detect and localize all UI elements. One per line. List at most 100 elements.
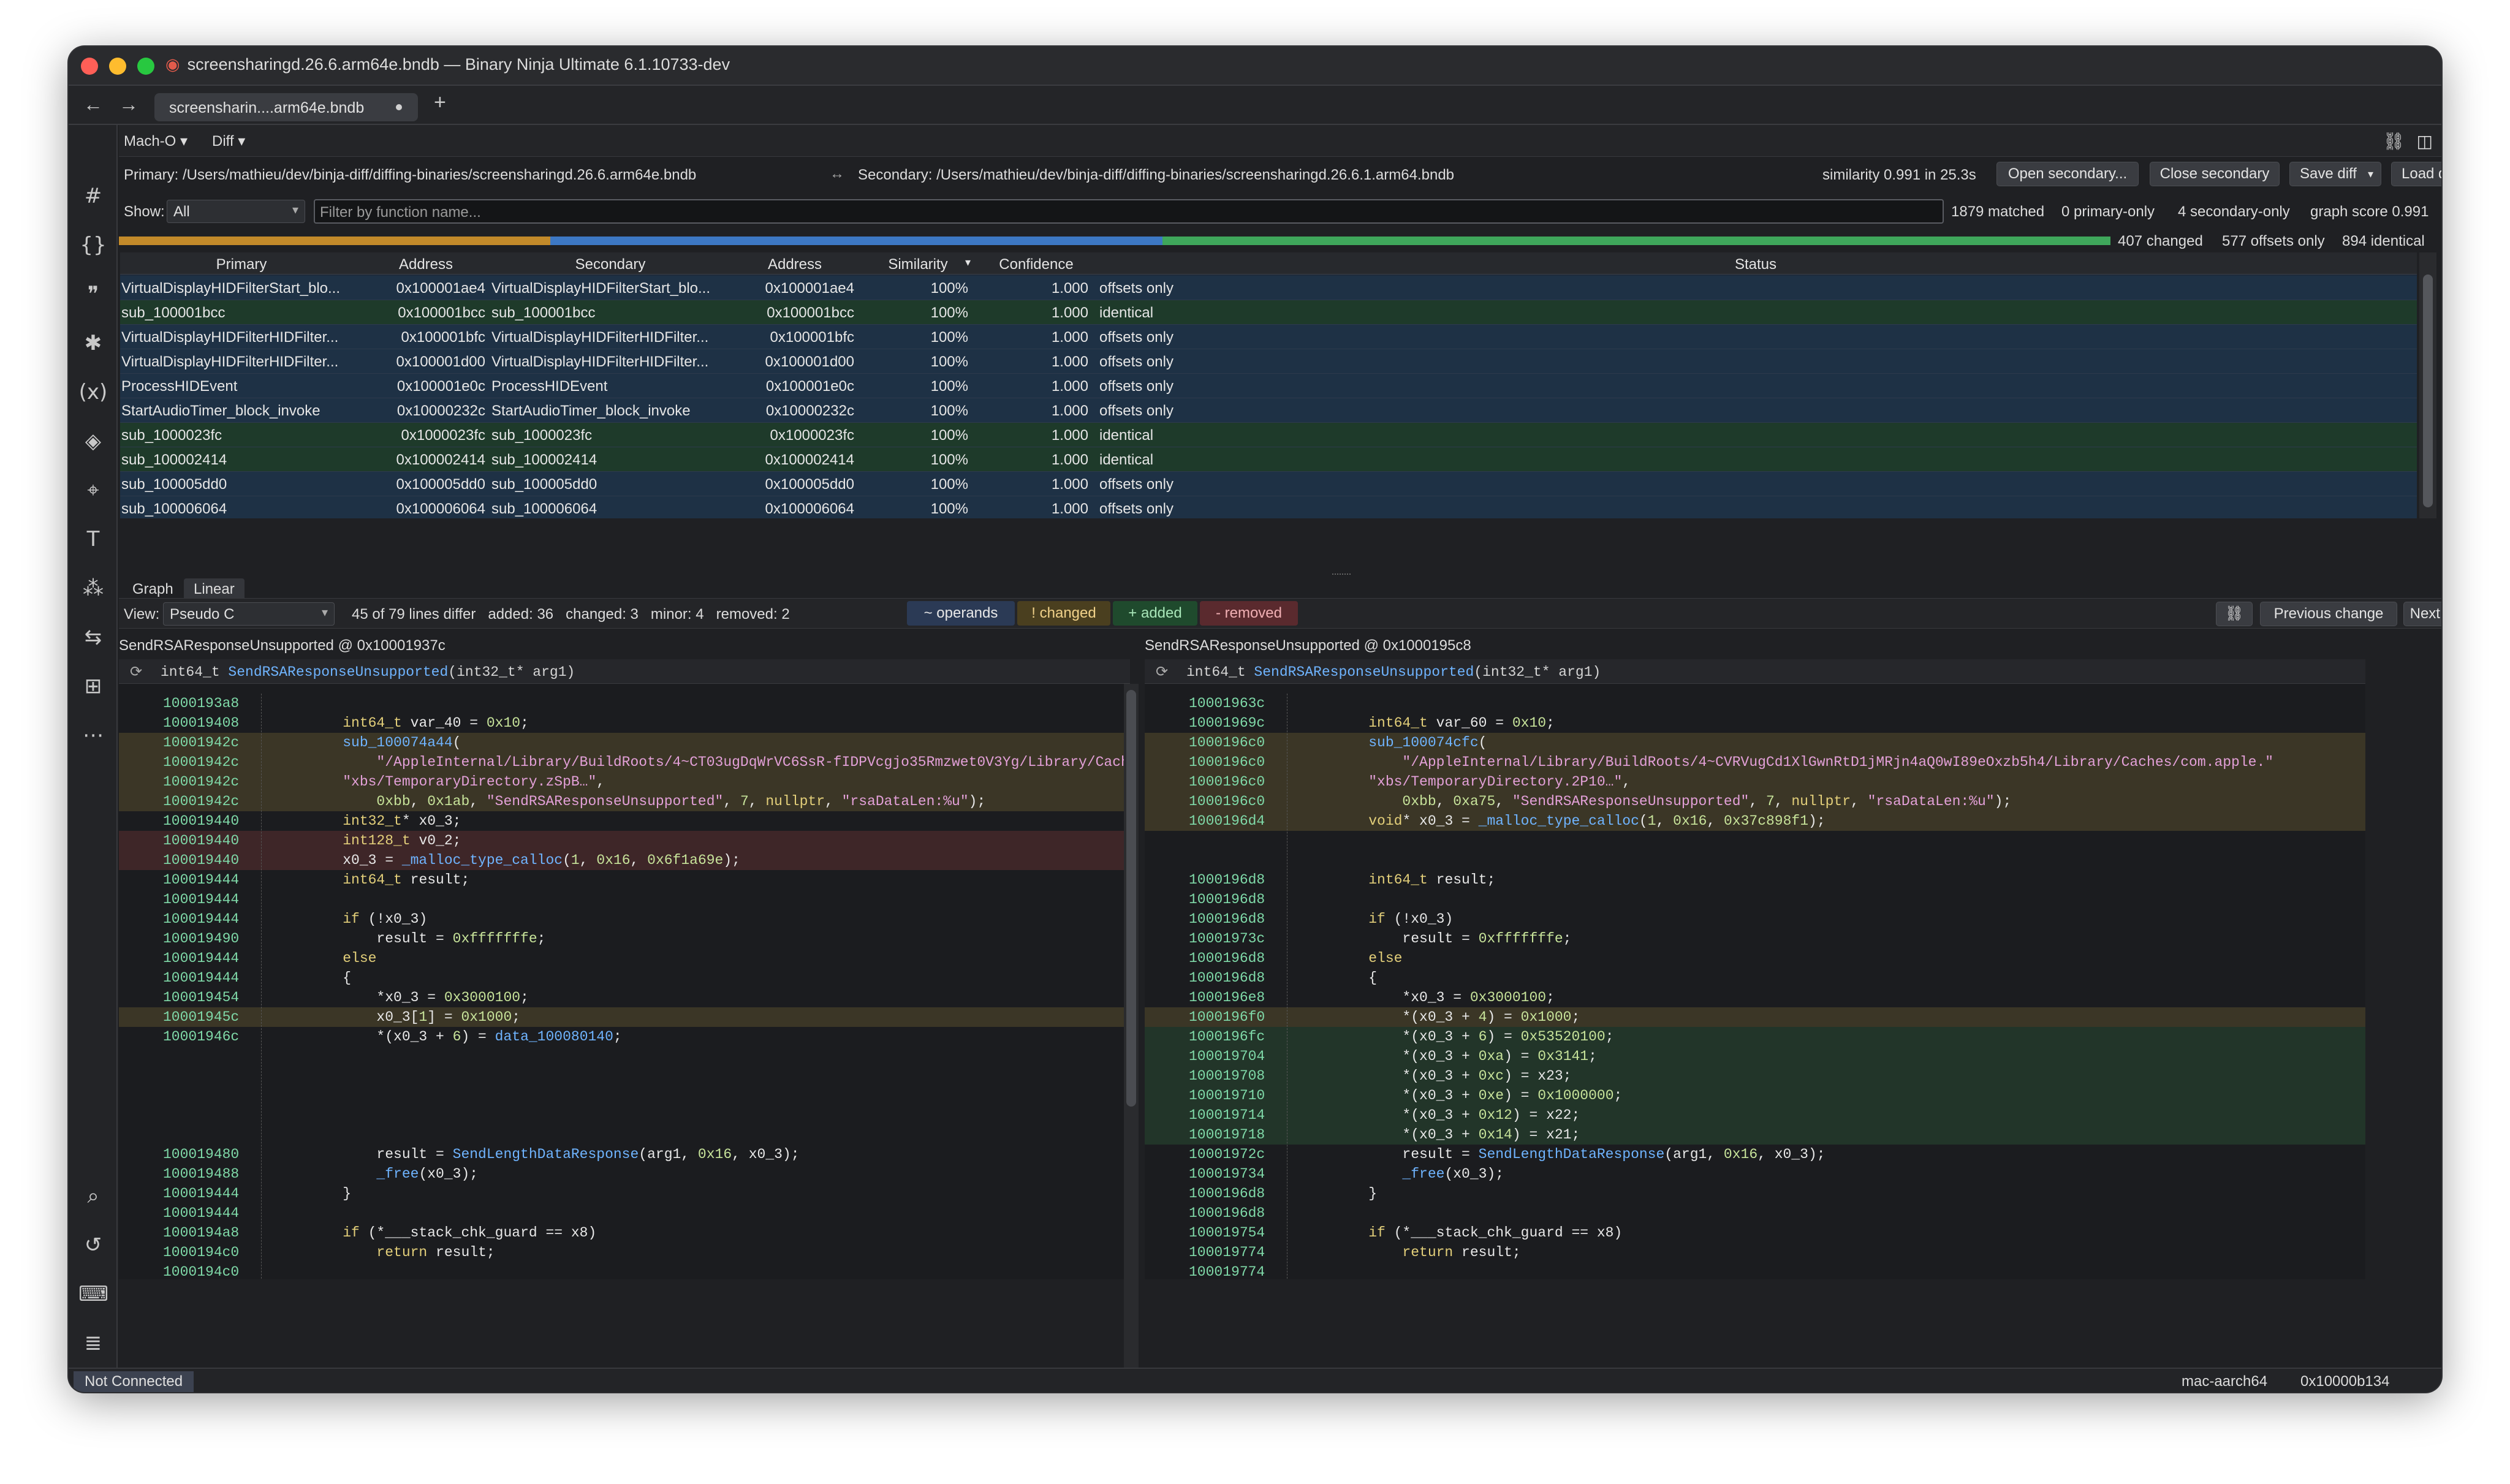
code-line[interactable]: 10001963c bbox=[1145, 694, 2365, 713]
show-select[interactable]: All ▾ bbox=[167, 200, 305, 223]
col-primary-address[interactable]: Address bbox=[363, 256, 489, 273]
code-line[interactable]: 1000194c0 bbox=[119, 1262, 1130, 1279]
code-line[interactable]: 100019444 int64_t result; bbox=[119, 870, 1130, 890]
close-window-button[interactable] bbox=[81, 58, 98, 75]
zoom-window-button[interactable] bbox=[137, 58, 154, 75]
code-line[interactable]: 1000194a8 if (*___stack_chk_guard == x8) bbox=[119, 1223, 1130, 1243]
location-pin-icon[interactable]: ⌖ bbox=[78, 475, 108, 505]
link-icon[interactable]: ⛓ bbox=[2383, 131, 2405, 151]
table-row[interactable]: VirtualDisplayHIDFilterHIDFilter... 0x100… bbox=[120, 349, 2417, 374]
code-line[interactable]: 100019734 _free(x0_3); bbox=[1145, 1164, 2365, 1184]
code-line[interactable]: 100019444 } bbox=[119, 1184, 1130, 1203]
code-line[interactable]: 1000196e8 *x0_3 = 0x3000100; bbox=[1145, 988, 2365, 1007]
code-line[interactable]: 100019488 _free(x0_3); bbox=[119, 1164, 1130, 1184]
filter-added-chip[interactable]: + added bbox=[1113, 601, 1197, 626]
table-row[interactable]: VirtualDisplayHIDFilterHIDFilter... 0x100… bbox=[120, 325, 2417, 349]
code-line[interactable]: 100019454 *x0_3 = 0x3000100; bbox=[119, 988, 1130, 1007]
code-line[interactable]: 1000196d8 else bbox=[1145, 948, 2365, 968]
log-icon[interactable]: ≣ bbox=[78, 1328, 108, 1358]
code-line[interactable] bbox=[1145, 850, 2365, 870]
code-line[interactable]: 1000196d8 } bbox=[1145, 1184, 2365, 1203]
link-icon[interactable]: ⛓ bbox=[2216, 602, 2253, 626]
code-line[interactable]: 1000196c0 0xbb, 0xa75, "SendRSAResponseU… bbox=[1145, 792, 2365, 811]
connection-status[interactable]: Not Connected bbox=[74, 1371, 194, 1392]
code-line[interactable] bbox=[119, 1047, 1130, 1066]
refresh-icon[interactable]: ⟳ bbox=[1156, 663, 1168, 681]
code-line[interactable] bbox=[119, 1125, 1130, 1145]
diff-icon[interactable]: ⇆ bbox=[78, 623, 108, 652]
hash-icon[interactable]: # bbox=[78, 181, 108, 211]
forward-arrow-icon[interactable]: → bbox=[119, 93, 138, 115]
table-scroll-thumb[interactable] bbox=[2423, 274, 2433, 507]
code-line[interactable]: 100019444 bbox=[119, 1203, 1130, 1223]
search-icon[interactable]: ⌕ bbox=[78, 1181, 108, 1211]
code-line[interactable]: 100019444 if (!x0_3) bbox=[119, 909, 1130, 929]
table-row[interactable]: sub_1000023fc 0x1000023fc sub_1000023fc 0x1… bbox=[120, 423, 2417, 447]
table-row[interactable]: sub_100002414 0x100002414 sub_100002414 0x1… bbox=[120, 447, 2417, 472]
code-line[interactable]: 1000196c0 sub_100074cfc( bbox=[1145, 733, 2365, 752]
code-line[interactable]: 100019440 x0_3 = _malloc_type_calloc(1, … bbox=[119, 850, 1130, 870]
col-status[interactable]: Status bbox=[1094, 256, 2417, 273]
table-row[interactable]: sub_100005dd0 0x100005dd0 sub_100005dd0 0x1… bbox=[120, 472, 2417, 496]
code-line[interactable] bbox=[119, 1086, 1130, 1105]
table-scrollbar[interactable] bbox=[2419, 252, 2436, 518]
code-line[interactable]: 100019774 bbox=[1145, 1262, 2365, 1279]
code-line[interactable]: 100019754 if (*___stack_chk_guard == x8) bbox=[1145, 1223, 2365, 1243]
col-confidence[interactable]: Confidence bbox=[978, 256, 1094, 273]
table-row[interactable]: StartAudioTimer_block_invoke 0x10000232c S… bbox=[120, 398, 2417, 423]
filter-changed-chip[interactable]: ! changed bbox=[1017, 601, 1110, 626]
code-line[interactable]: 10001945c x0_3[1] = 0x1000; bbox=[119, 1007, 1130, 1027]
quote-icon[interactable]: ❞ bbox=[78, 279, 108, 309]
diff-menu[interactable]: Diff ▾ bbox=[212, 132, 245, 150]
braces-icon[interactable]: {} bbox=[78, 230, 108, 260]
code-line[interactable]: 1000196c0 "/AppleInternal/Library/BuildR… bbox=[1145, 752, 2365, 772]
variable-icon[interactable]: (x) bbox=[78, 377, 108, 407]
splitter-handle[interactable] bbox=[1332, 574, 1351, 576]
left-vertical-scrollbar[interactable] bbox=[1124, 684, 1139, 1392]
code-line[interactable]: 1000194c0 return result; bbox=[119, 1243, 1130, 1262]
code-line[interactable]: 100019718 *(x0_3 + 0x14) = x21; bbox=[1145, 1125, 2365, 1145]
code-line[interactable]: 1000196d8 { bbox=[1145, 968, 2365, 988]
minimize-window-button[interactable] bbox=[109, 58, 126, 75]
function-filter-input[interactable]: Filter by function name... bbox=[314, 199, 1944, 224]
code-line[interactable]: 100019444 bbox=[119, 890, 1130, 909]
code-line[interactable]: 100019708 *(x0_3 + 0xc) = x23; bbox=[1145, 1066, 2365, 1086]
terminal-icon[interactable]: ⌨ bbox=[78, 1279, 108, 1309]
code-line[interactable]: 10001972c result = SendLengthDataRespons… bbox=[1145, 1145, 2365, 1164]
current-address[interactable]: 0x10000b134 bbox=[2300, 1373, 2389, 1390]
code-line[interactable]: 1000196d8 int64_t result; bbox=[1145, 870, 2365, 890]
code-line[interactable]: 100019408 int64_t var_40 = 0x10; bbox=[119, 713, 1130, 733]
code-line[interactable]: 100019714 *(x0_3 + 0x12) = x22; bbox=[1145, 1105, 2365, 1125]
load-diff-button[interactable]: Load diff▾ bbox=[2391, 162, 2441, 186]
history-icon[interactable]: ↺ bbox=[78, 1230, 108, 1260]
code-line[interactable]: 100019440 int32_t* x0_3; bbox=[119, 811, 1130, 831]
code-line[interactable]: 10001973c result = 0xfffffffe; bbox=[1145, 929, 2365, 948]
refresh-icon[interactable]: ⟳ bbox=[130, 663, 142, 681]
code-line[interactable] bbox=[119, 1066, 1130, 1086]
code-line[interactable]: 10001942c "/AppleInternal/Library/BuildR… bbox=[119, 752, 1130, 772]
code-line[interactable]: 1000196f0 *(x0_3 + 4) = 0x1000; bbox=[1145, 1007, 2365, 1027]
code-line[interactable] bbox=[1145, 831, 2365, 850]
swap-icon[interactable]: ↔ bbox=[830, 165, 844, 183]
previous-change-button[interactable]: Previous change bbox=[2260, 602, 2397, 626]
code-line[interactable]: 100019704 *(x0_3 + 0xa) = 0x3141; bbox=[1145, 1047, 2365, 1066]
code-line[interactable]: 100019444 { bbox=[119, 968, 1130, 988]
filter-operands-chip[interactable]: ~ operands bbox=[907, 601, 1015, 626]
new-tab-button[interactable]: + bbox=[434, 91, 446, 115]
code-line[interactable]: 1000196d4 void* x0_3 = _malloc_type_call… bbox=[1145, 811, 2365, 831]
code-line[interactable]: 1000196d8 if (!x0_3) bbox=[1145, 909, 2365, 929]
code-line[interactable]: 10001969c int64_t var_60 = 0x10; bbox=[1145, 713, 2365, 733]
arch-label[interactable]: mac-aarch64 bbox=[2182, 1373, 2267, 1390]
bug-icon[interactable]: ✱ bbox=[78, 328, 108, 358]
code-line[interactable]: 10001942c 0xbb, 0x1ab, "SendRSAResponseU… bbox=[119, 792, 1130, 811]
code-line[interactable]: 100019444 else bbox=[119, 948, 1130, 968]
code-line[interactable] bbox=[119, 1105, 1130, 1125]
code-line[interactable]: 10001946c *(x0_3 + 6) = data_100080140; bbox=[119, 1027, 1130, 1047]
view-select[interactable]: Pseudo C ▾ bbox=[163, 602, 335, 626]
open-secondary-button[interactable]: Open secondary... bbox=[1996, 162, 2139, 186]
save-diff-button[interactable]: Save diff ▾ bbox=[2289, 162, 2381, 186]
table-row[interactable]: sub_100006064 0x100006064 sub_100006064 0x1… bbox=[120, 496, 2417, 518]
left-scroll-thumb[interactable] bbox=[1126, 690, 1136, 1107]
code-line[interactable]: 100019440 int128_t v0_2; bbox=[119, 831, 1130, 850]
layers-icon[interactable]: ◈ bbox=[78, 426, 108, 456]
